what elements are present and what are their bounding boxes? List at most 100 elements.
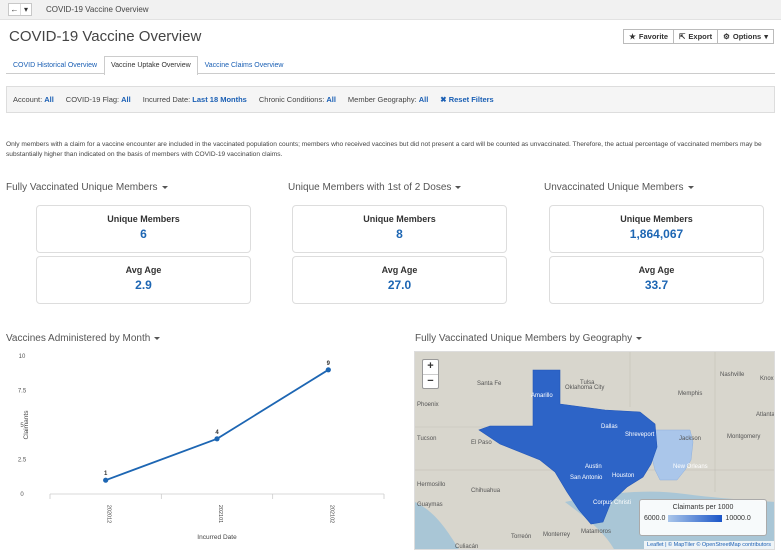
filter-value-link[interactable]: Last 18 Months [192,95,247,104]
map-label: Monterrey [543,532,571,538]
gear-icon: ⚙ [723,32,730,41]
map-label: New Orleans [673,464,708,470]
x-tick-label: 202102 [328,505,334,523]
metric-card-unique-members: Unique Members 6 [36,205,251,253]
map-label: Phoenix [417,402,439,408]
action-buttons: ★ Favorite ⇱ Export ⚙ Options ▾ [623,29,774,44]
filter-account: Account: All [13,95,54,104]
map-label: Santa Fe [477,381,502,387]
map-attribution[interactable]: Leaflet | © MapTiler © OpenStreetMap con… [644,541,774,549]
breadcrumb[interactable]: COVID-19 Vaccine Overview [46,5,149,14]
map-label: Jackson [679,436,702,442]
caret-down-icon [154,336,161,340]
filter-label: Account: [13,95,43,104]
chevron-down-icon[interactable]: ▾ [20,4,31,15]
reset-filters-label: Reset Filters [448,95,494,104]
y-tick-label: 10 [19,354,26,360]
map-label: Chihuahua [471,488,501,494]
map-zoom-control: + − [422,359,439,389]
zoom-out-button[interactable]: − [423,374,438,388]
map-label: Shreveport [625,432,655,438]
chart-title-text: Vaccines Administered by Month [6,333,151,344]
metric-group-title-unvaccinated[interactable]: Unvaccinated Unique Members [544,182,694,193]
caret-down-icon [161,185,168,189]
map-label: Matamoros [581,529,612,535]
y-tick-label: 7.5 [18,389,27,395]
filter-value-link[interactable]: All [326,95,336,104]
metric-group-title-text: Unique Members with 1st of 2 Doses [288,182,452,193]
geography-map[interactable]: Tulsa Oklahoma City Santa Fe Amarillo Me… [414,351,775,550]
caret-down-icon [636,336,643,340]
filter-value-link[interactable]: All [121,95,131,104]
reset-filters-button[interactable]: ✖ Reset Filters [440,95,493,104]
legend-gradient [668,515,723,522]
data-label: 4 [215,430,219,436]
zoom-in-button[interactable]: + [423,360,438,374]
map-title-geography[interactable]: Fully Vaccinated Unique Members by Geogr… [415,333,643,344]
metric-value: 33.7 [644,278,669,292]
vaccines-line-chart: 02.557.510Claimants202012 202101 202102Inc… [18,354,385,541]
filter-label: COVID-19 Flag: [65,95,120,104]
metric-group-title-text: Fully Vaccinated Unique Members [6,182,158,193]
map-label: Montgomery [727,434,761,440]
star-icon: ★ [629,32,636,41]
map-label: Oklahoma City [565,385,605,391]
back-icon[interactable]: ← [9,4,20,15]
filter-incurred-date: Incurred Date: Last 18 Months [143,95,247,104]
metric-card-avg-age: Avg Age 2.9 [36,256,251,304]
filter-member-geography: Member Geography: All [348,95,428,104]
x-tick-label: 202101 [217,505,223,523]
legend-max: 10000.0 [725,515,751,522]
filter-value-link[interactable]: All [44,95,54,104]
metric-group-title-first-dose[interactable]: Unique Members with 1st of 2 Doses [288,182,462,193]
caret-down-icon [687,185,694,189]
map-label: Torreón [511,534,532,540]
metric-value: 2.9 [135,278,152,292]
metric-card-avg-age: Avg Age 27.0 [292,256,507,304]
map-label: El Paso [471,440,492,446]
map-label: San Antonio [570,475,603,481]
filter-label: Incurred Date: [142,95,191,104]
export-button[interactable]: ⇱ Export [674,29,719,44]
options-label: Options [732,32,762,41]
metric-group-title-fully-vaccinated[interactable]: Fully Vaccinated Unique Members [6,182,168,193]
x-tick-label: 202012 [106,505,112,523]
metric-value: 8 [396,227,403,241]
legend-scale: 6000.0 10000.0 [640,515,766,522]
map-label: Hermosillo [417,482,446,488]
tab-bar: COVID Historical Overview Vaccine Uptake… [6,56,775,75]
metric-label: Unique Members [620,214,693,224]
y-tick-label: 0 [20,492,24,498]
map-legend: Claimants per 1000 6000.0 10000.0 [639,499,767,536]
close-icon: ✖ [440,95,447,104]
y-tick-label: 2.5 [18,458,27,464]
data-label: 9 [327,361,331,367]
metric-value: 6 [140,227,147,241]
map-label: Tucson [417,436,437,442]
map-label: Dallas [601,424,618,430]
map-label: Austin [585,464,602,470]
map-label: Amarillo [531,393,553,399]
filter-value-link[interactable]: All [419,95,429,104]
metric-value: 1,864,067 [629,227,684,241]
map-label: Guaymas [417,502,443,508]
metric-card-avg-age: Avg Age 33.7 [549,256,764,304]
metric-label: Avg Age [125,265,162,275]
tab-covid-historical-overview[interactable]: COVID Historical Overview [6,56,104,74]
tab-vaccine-claims-overview[interactable]: Vaccine Claims Overview [198,56,291,74]
data-point [214,436,220,442]
map-label: Culiacán [455,544,479,550]
metric-value: 27.0 [387,278,412,292]
map-label: Knox [760,376,774,382]
metric-label: Avg Age [381,265,418,275]
chart-title-vaccines-by-month[interactable]: Vaccines Administered by Month [6,333,161,344]
favorite-button[interactable]: ★ Favorite [623,29,675,44]
page-title: COVID-19 Vaccine Overview [9,28,202,45]
options-button[interactable]: ⚙ Options ▾ [718,29,774,44]
metric-group-title-text: Unvaccinated Unique Members [544,182,684,193]
filter-bar: Account: All COVID-19 Flag: All Incurred D… [6,86,775,113]
data-label: 1 [104,471,108,477]
tab-vaccine-uptake-overview[interactable]: Vaccine Uptake Overview [104,56,198,75]
map-label: Houston [612,473,635,479]
map-label: Corpus Christi [593,500,632,506]
